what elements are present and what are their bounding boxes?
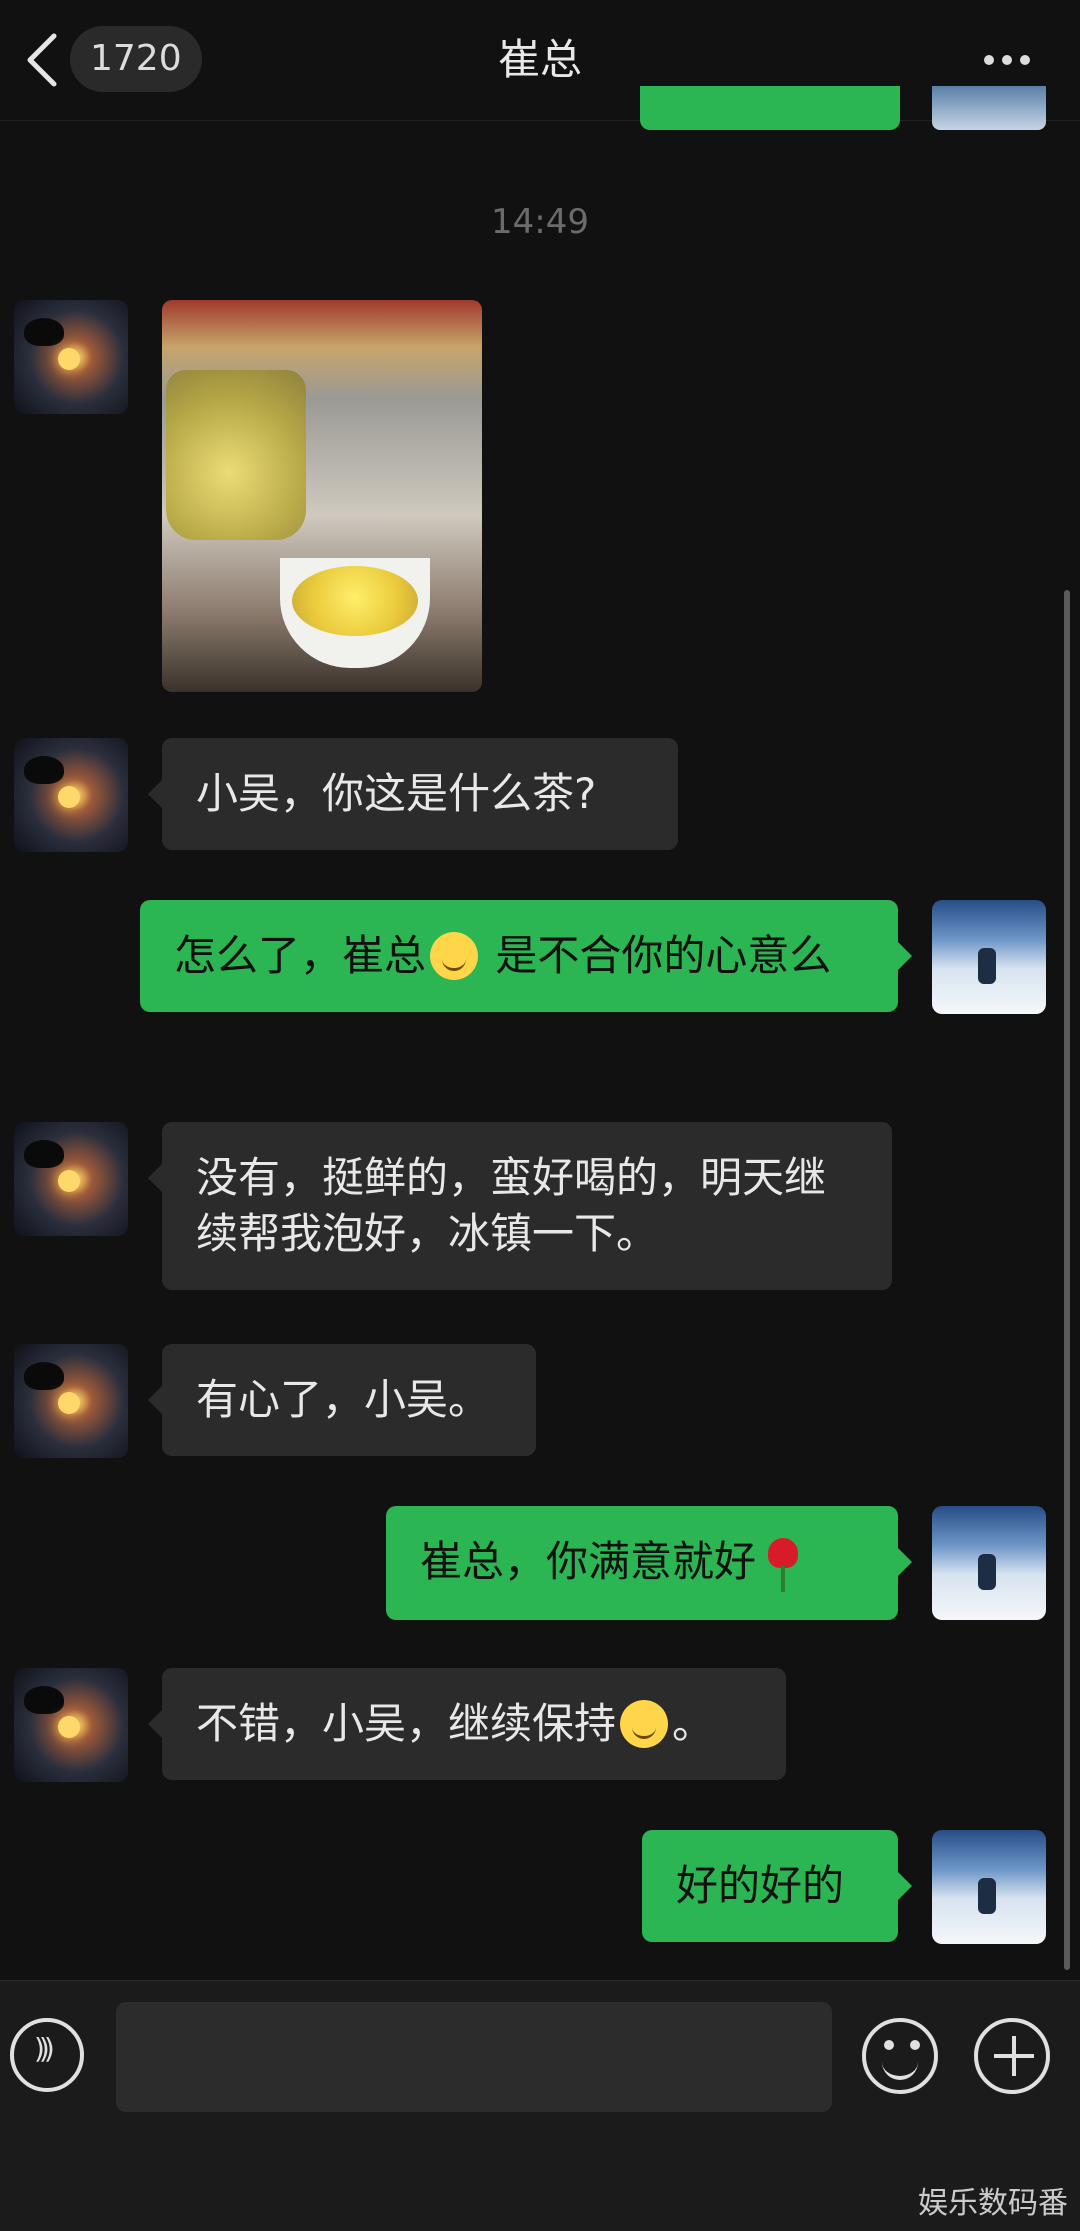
- my-avatar[interactable]: [932, 900, 1046, 1014]
- message-text: 是不合你的心意么: [482, 931, 832, 980]
- outgoing-message[interactable]: 怎么了，崔总 是不合你的心意么: [140, 900, 912, 1012]
- incoming-message[interactable]: 小吴，你这是什么茶?: [148, 738, 678, 850]
- outgoing-message[interactable]: 崔总，你满意就好: [386, 1506, 912, 1620]
- tea-cup: [280, 558, 430, 668]
- contact-avatar[interactable]: [14, 738, 128, 852]
- incoming-message[interactable]: 有心了，小吴。: [148, 1344, 536, 1456]
- my-avatar[interactable]: [932, 1506, 1046, 1620]
- incoming-message[interactable]: 没有，挺鲜的，蛮好喝的，明天继续帮我泡好，冰镇一下。: [148, 1122, 892, 1290]
- time-divider: 14:49: [491, 202, 589, 242]
- voice-icon[interactable]: [10, 2018, 84, 2092]
- message-text: 怎么了，崔总: [174, 931, 427, 980]
- tea-photo-message[interactable]: [162, 300, 482, 692]
- smiling-face-emoji-icon: [430, 931, 479, 980]
- chat-header: 1720 崔总: [0, 0, 1080, 121]
- unread-count-badge[interactable]: 1720: [70, 26, 202, 92]
- more-horizontal-icon[interactable]: [980, 40, 1040, 80]
- contact-avatar[interactable]: [14, 300, 128, 414]
- message-text: 崔总，你满意就好: [420, 1537, 757, 1586]
- smiling-face-emoji-icon: [620, 1699, 669, 1748]
- my-avatar[interactable]: [932, 1830, 1046, 1944]
- previous-avatar-edge: [932, 86, 1046, 130]
- contact-avatar[interactable]: [14, 1668, 128, 1782]
- message-input[interactable]: [116, 2002, 832, 2112]
- watermark: 娱乐数码番: [918, 2186, 1068, 2221]
- message-text: 。: [672, 1699, 715, 1748]
- scrollbar[interactable]: [1064, 590, 1070, 1970]
- outgoing-message[interactable]: 好的好的: [642, 1830, 912, 1942]
- chevron-left-icon[interactable]: [20, 28, 68, 92]
- message-text: 不错，小吴，继续保持: [196, 1699, 617, 1748]
- contact-avatar[interactable]: [14, 1344, 128, 1458]
- incoming-message[interactable]: 不错，小吴，继续保持 。: [148, 1668, 786, 1780]
- rose-emoji-icon: [762, 1537, 802, 1592]
- tea-pitcher: [166, 370, 306, 540]
- plus-icon[interactable]: [974, 2018, 1050, 2094]
- previous-outgoing-bubble-edge: [640, 86, 900, 130]
- emoji-icon[interactable]: [862, 2018, 938, 2094]
- contact-avatar[interactable]: [14, 1122, 128, 1236]
